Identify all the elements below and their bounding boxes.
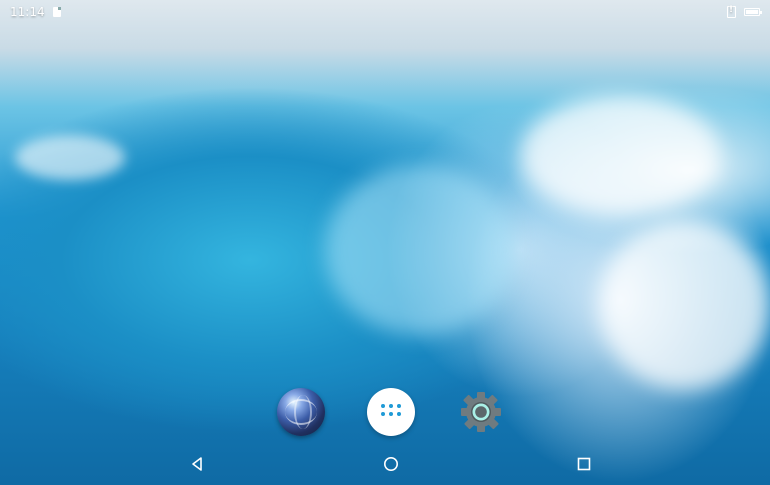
recents-square-icon [577, 457, 591, 471]
browser-globe-icon[interactable] [277, 388, 325, 436]
status-time: 11:14 [10, 5, 45, 19]
all-apps-icon[interactable] [367, 388, 415, 436]
status-right [727, 5, 762, 18]
sim-card-icon [727, 5, 736, 18]
settings-gear-icon[interactable] [457, 388, 505, 436]
status-bar: 11:14 [0, 0, 770, 24]
recents-button[interactable] [571, 451, 597, 477]
home-circle-icon [384, 457, 398, 471]
back-triangle-icon [192, 457, 202, 471]
wave-spray [600, 220, 770, 390]
battery-icon [744, 8, 762, 16]
navigation-bar [0, 443, 770, 485]
back-button[interactable] [184, 451, 210, 477]
status-left: 11:14 [10, 5, 61, 19]
wave-spray [520, 95, 720, 215]
home-screen: 11:14 [0, 0, 770, 485]
sd-card-icon [52, 7, 61, 17]
dots-grid [381, 404, 401, 420]
wave-spray [325, 165, 515, 335]
battery-level-fill [746, 10, 758, 14]
app-dock [0, 388, 770, 436]
gear-graphic [461, 392, 501, 432]
wave-spray [15, 135, 125, 180]
home-button[interactable] [378, 451, 404, 477]
